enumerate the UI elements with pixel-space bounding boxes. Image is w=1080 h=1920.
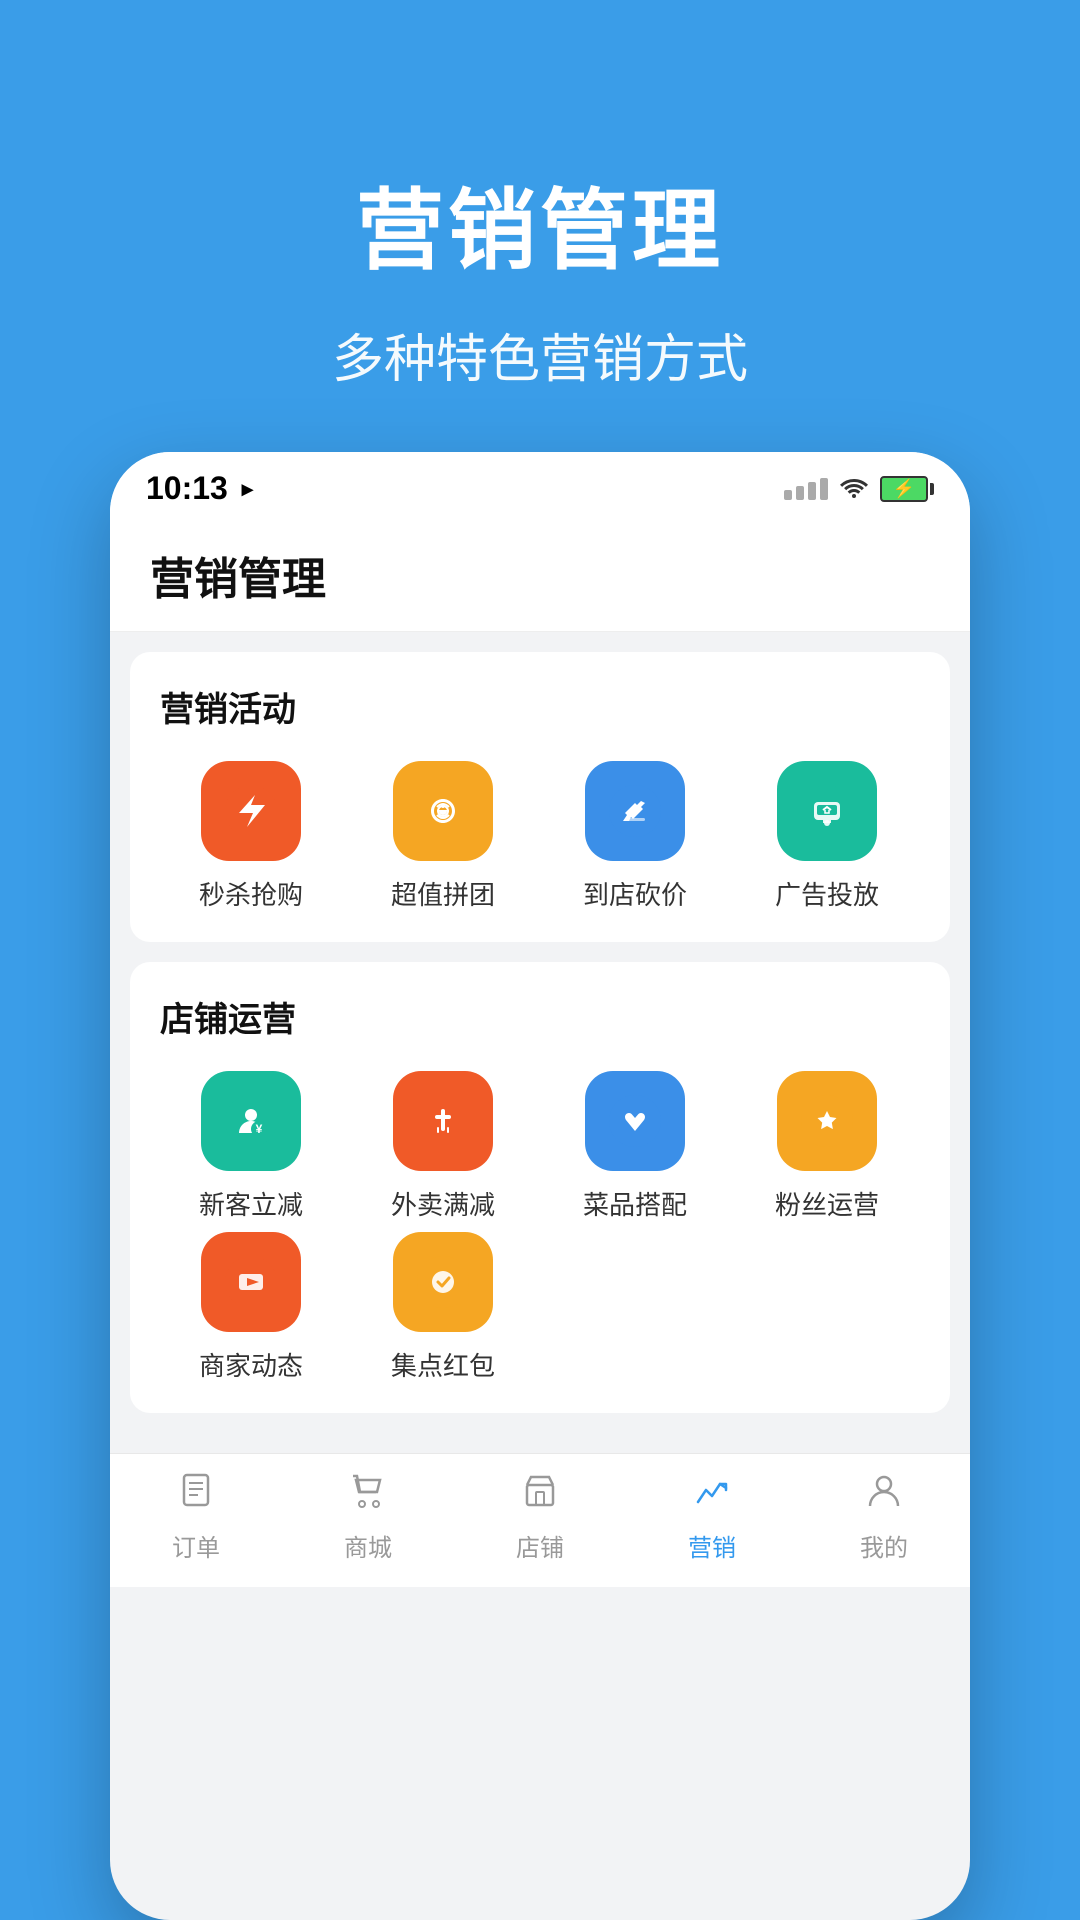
nav-orders[interactable]: 订单: [110, 1470, 282, 1563]
new-discount-label: 新客立减: [199, 1185, 303, 1222]
flash-sale-icon: [201, 761, 301, 861]
phone-mockup: 10:13 ▸ ⚡: [110, 452, 970, 1920]
combo-icon: [585, 1071, 685, 1171]
page-sub-title: 多种特色营销方式: [40, 317, 1040, 392]
marketing-grid: 秒杀抢购 超值拼团: [160, 761, 920, 912]
advertise-item[interactable]: 广告投放: [736, 761, 918, 912]
group-buy-icon: [393, 761, 493, 861]
delivery-icon: [393, 1071, 493, 1171]
merchant-item[interactable]: 商家动态: [160, 1232, 342, 1383]
battery-icon: ⚡: [880, 476, 934, 502]
store-label: 店铺: [516, 1528, 564, 1563]
redpack-item[interactable]: 集点红包: [352, 1232, 534, 1383]
mall-label: 商城: [344, 1528, 392, 1563]
advertise-icon: [777, 761, 877, 861]
orders-label: 订单: [172, 1528, 220, 1563]
orders-icon: [176, 1470, 216, 1520]
marketing-section: 营销活动 秒杀抢购: [130, 652, 950, 942]
content-area: 营销活动 秒杀抢购: [110, 632, 970, 1453]
store-icon: [520, 1470, 560, 1520]
combo-label: 菜品搭配: [583, 1185, 687, 1222]
svg-text:¥: ¥: [256, 1122, 263, 1136]
combo-item[interactable]: 菜品搭配: [544, 1071, 726, 1222]
redpack-icon: [393, 1232, 493, 1332]
nav-store[interactable]: 店铺: [454, 1470, 626, 1563]
nav-mall[interactable]: 商城: [282, 1470, 454, 1563]
location-icon: ▸: [242, 476, 253, 502]
nav-mine[interactable]: 我的: [798, 1470, 970, 1563]
mall-icon: [348, 1470, 388, 1520]
redpack-label: 集点红包: [391, 1346, 495, 1383]
page-main-title: 营销管理: [40, 160, 1040, 287]
signal-icon: [784, 478, 828, 500]
bottom-nav: 订单 商城: [110, 1453, 970, 1587]
store-grid: ¥ 新客立减: [160, 1071, 920, 1383]
group-buy-label: 超值拼团: [391, 875, 495, 912]
merchant-label: 商家动态: [199, 1346, 303, 1383]
marketing-section-title: 营销活动: [160, 682, 920, 731]
fans-label: 粉丝运营: [775, 1185, 879, 1222]
status-icons: ⚡: [784, 473, 934, 505]
new-discount-item[interactable]: ¥ 新客立减: [160, 1071, 342, 1222]
fans-item[interactable]: 粉丝运营: [736, 1071, 918, 1222]
mine-icon: [864, 1470, 904, 1520]
delivery-item[interactable]: 外卖满减: [352, 1071, 534, 1222]
flash-sale-label: 秒杀抢购: [199, 875, 303, 912]
nav-marketing[interactable]: 营销: [626, 1470, 798, 1563]
new-discount-icon: ¥: [201, 1071, 301, 1171]
marketing-icon: [692, 1470, 732, 1520]
flash-sale-item[interactable]: 秒杀抢购: [160, 761, 342, 912]
in-store-label: 到店砍价: [583, 875, 687, 912]
status-time: 10:13 ▸: [146, 470, 253, 507]
delivery-label: 外卖满减: [391, 1185, 495, 1222]
merchant-icon: [201, 1232, 301, 1332]
store-section: 店铺运营 ¥ 新客立减: [130, 962, 950, 1413]
marketing-label: 营销: [688, 1528, 736, 1563]
group-buy-item[interactable]: 超值拼团: [352, 761, 534, 912]
advertise-label: 广告投放: [775, 875, 879, 912]
header-section: 营销管理 多种特色营销方式: [0, 0, 1080, 452]
in-store-icon: [585, 761, 685, 861]
in-store-item[interactable]: 到店砍价: [544, 761, 726, 912]
status-bar: 10:13 ▸ ⚡: [110, 452, 970, 519]
phone-page-title: 营销管理: [150, 543, 930, 607]
wifi-icon: [840, 473, 868, 505]
fans-icon: [777, 1071, 877, 1171]
mine-label: 我的: [860, 1528, 908, 1563]
store-section-title: 店铺运营: [160, 992, 920, 1041]
page-header: 营销管理: [110, 519, 970, 632]
